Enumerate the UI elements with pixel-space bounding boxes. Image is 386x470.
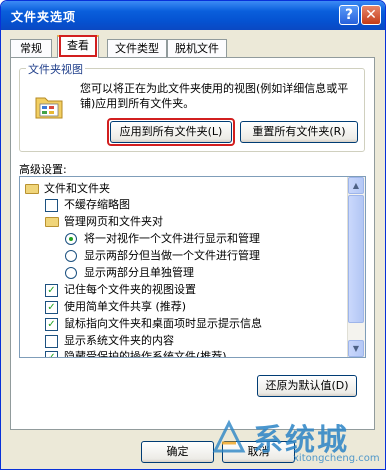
watermark-url: xitongcheng.com xyxy=(293,453,380,464)
checkbox-no-cache-thumbnails[interactable] xyxy=(45,199,58,212)
checkbox-show-popup-description[interactable]: ✓ xyxy=(45,318,58,331)
folder-views-title: 文件夹视图 xyxy=(26,61,85,77)
vertical-scrollbar[interactable]: ▲ ▼ xyxy=(347,177,365,357)
arrow-down-icon: ▼ xyxy=(352,344,360,353)
folder-views-icon xyxy=(35,97,63,119)
tab-general[interactable]: 常规 xyxy=(10,39,52,57)
list-item-label: 鼠标指向文件夹和桌面项时显示提示信息 xyxy=(64,317,262,330)
window-title: 文件夹选项 xyxy=(11,10,77,24)
close-icon: ✕ xyxy=(365,7,377,23)
list-item-label: 显示两部分且单独管理 xyxy=(84,266,194,279)
view-tab-panel: 文件夹视图 您可以将正在为此文件夹使用的视图(例如详细信息或平铺)应用到所有文件… xyxy=(10,57,375,430)
list-item-label: 隐藏受保护的操作系统文件(推荐) xyxy=(64,350,227,358)
checkbox-remember-view-settings[interactable]: ✓ xyxy=(45,284,58,297)
list-item-label: 文件和文件夹 xyxy=(44,182,110,195)
tab-offline-files[interactable]: 脱机文件 xyxy=(167,39,227,57)
radio-show-both-manage-individually[interactable] xyxy=(65,267,77,279)
folder-views-description: 您可以将正在为此文件夹使用的视图(例如详细信息或平铺)应用到所有文件夹。 xyxy=(80,82,349,110)
checkbox-simple-file-sharing[interactable]: ✓ xyxy=(45,301,58,314)
tab-view-highlight xyxy=(59,35,97,57)
reset-all-folders-button[interactable]: 重置所有文件夹(R) xyxy=(240,121,358,143)
scroll-down-button[interactable]: ▼ xyxy=(348,340,364,357)
list-item-label: 管理网页和文件夹对 xyxy=(64,215,163,228)
checkbox-show-system-folder-contents[interactable] xyxy=(45,335,58,348)
advanced-settings-list[interactable]: 文件和文件夹 不缓存缩略图 管理网页和文件夹对 将一对视作一个文件进行显示和管理… xyxy=(19,176,366,358)
list-item-label: 使用简单文件共享 (推荐) xyxy=(64,300,187,313)
folder-icon xyxy=(45,217,59,227)
checkbox-hide-protected-os-files[interactable]: ✓ xyxy=(45,351,58,357)
title-bar[interactable]: 文件夹选项 ? ✕ xyxy=(1,1,385,30)
help-icon: ? xyxy=(344,7,354,23)
folder-options-dialog: 文件夹选项 ? ✕ 常规 查看 文件类型 脱机文件 文件夹视图 您可以将正在为此… xyxy=(0,0,386,470)
radio-pair-as-single[interactable] xyxy=(65,233,77,245)
radio-show-both-manage-single[interactable] xyxy=(65,250,77,262)
list-item-label: 显示系统文件夹的内容 xyxy=(64,334,174,347)
tab-file-types[interactable]: 文件类型 xyxy=(107,39,167,57)
ok-button[interactable]: 确定 xyxy=(141,441,214,463)
restore-defaults-button[interactable]: 还原为默认值(D) xyxy=(257,375,357,397)
apply-to-all-folders-button[interactable]: 应用到所有文件夹(L) xyxy=(110,121,232,143)
list-item-label: 记住每个文件夹的视图设置 xyxy=(64,283,196,296)
list-item-label: 不缓存缩略图 xyxy=(64,198,130,211)
list-item-label: 显示两部分但当做一个文件进行管理 xyxy=(84,249,260,262)
scroll-up-button[interactable]: ▲ xyxy=(348,177,364,194)
folder-views-group: 文件夹视图 您可以将正在为此文件夹使用的视图(例如详细信息或平铺)应用到所有文件… xyxy=(19,61,365,152)
cancel-button[interactable]: 取消 xyxy=(222,441,295,463)
scroll-thumb[interactable] xyxy=(348,195,364,323)
advanced-settings-label: 高级设置: xyxy=(19,163,67,176)
list-item-label: 将一对视作一个文件进行显示和管理 xyxy=(84,232,260,245)
arrow-up-icon: ▲ xyxy=(352,181,360,190)
folder-icon xyxy=(25,184,39,194)
help-button[interactable]: ? xyxy=(339,5,359,25)
close-button[interactable]: ✕ xyxy=(361,5,381,25)
